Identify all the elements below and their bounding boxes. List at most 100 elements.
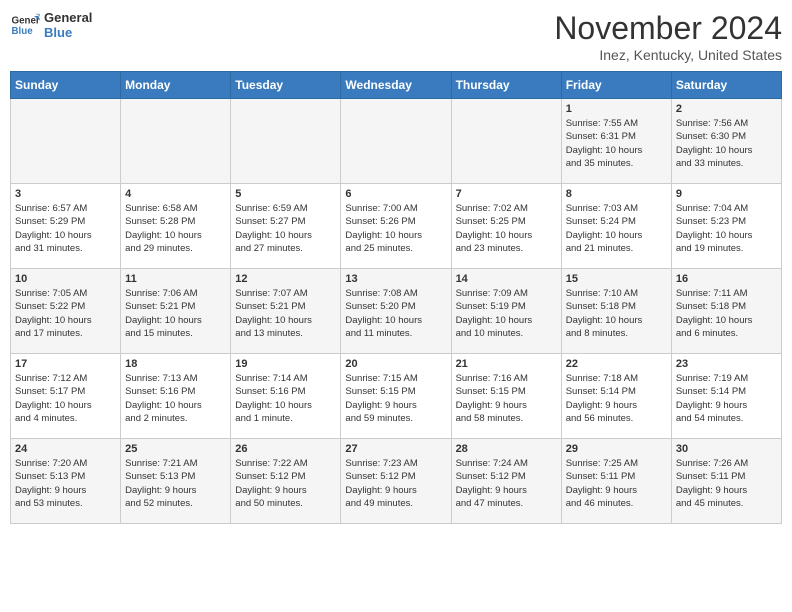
- col-header-monday: Monday: [121, 72, 231, 99]
- day-cell: [11, 99, 121, 184]
- logo: General Blue General Blue: [10, 10, 92, 40]
- day-info: Sunrise: 7:03 AM Sunset: 5:24 PM Dayligh…: [566, 202, 667, 255]
- header: General Blue General Blue November 2024 …: [10, 10, 782, 63]
- day-number: 6: [345, 188, 446, 200]
- day-number: 29: [566, 443, 667, 455]
- day-info: Sunrise: 7:08 AM Sunset: 5:20 PM Dayligh…: [345, 287, 446, 340]
- day-number: 16: [676, 273, 777, 285]
- day-number: 23: [676, 358, 777, 370]
- day-info: Sunrise: 7:22 AM Sunset: 5:12 PM Dayligh…: [235, 457, 336, 510]
- day-info: Sunrise: 7:18 AM Sunset: 5:14 PM Dayligh…: [566, 372, 667, 425]
- day-cell: 13 Sunrise: 7:08 AM Sunset: 5:20 PM Dayli…: [341, 269, 451, 354]
- day-cell: 11 Sunrise: 7:06 AM Sunset: 5:21 PM Dayli…: [121, 269, 231, 354]
- day-cell: 2Sunrise: 7:56 AM Sunset: 6:30 PM Daylig…: [671, 99, 781, 184]
- day-cell: 16 Sunrise: 7:11 AM Sunset: 5:18 PM Dayli…: [671, 269, 781, 354]
- logo-text-line1: General: [44, 10, 92, 25]
- day-number: 5: [235, 188, 336, 200]
- day-cell: 22 Sunrise: 7:18 AM Sunset: 5:14 PM Dayli…: [561, 354, 671, 439]
- day-info: Sunrise: 7:26 AM Sunset: 5:11 PM Dayligh…: [676, 457, 777, 510]
- week-row-1: 1 Sunrise: 7:55 AM Sunset: 6:31 PM Daylig…: [11, 99, 782, 184]
- col-header-sunday: Sunday: [11, 72, 121, 99]
- day-cell: 24Sunrise: 7:20 AM Sunset: 5:13 PM Dayli…: [11, 439, 121, 524]
- logo-icon: General Blue: [10, 10, 40, 40]
- day-cell: 26 Sunrise: 7:22 AM Sunset: 5:12 PM Dayli…: [231, 439, 341, 524]
- col-header-wednesday: Wednesday: [341, 72, 451, 99]
- day-cell: 8 Sunrise: 7:03 AM Sunset: 5:24 PM Daylig…: [561, 184, 671, 269]
- day-cell: 3 Sunrise: 6:57 AM Sunset: 5:29 PM Daylig…: [11, 184, 121, 269]
- day-info: Sunrise: 7:10 AM Sunset: 5:18 PM Dayligh…: [566, 287, 667, 340]
- day-cell: 27 Sunrise: 7:23 AM Sunset: 5:12 PM Dayli…: [341, 439, 451, 524]
- day-number: 19: [235, 358, 336, 370]
- day-cell: 7 Sunrise: 7:02 AM Sunset: 5:25 PM Daylig…: [451, 184, 561, 269]
- day-number: 17: [15, 358, 116, 370]
- day-cell: 21Sunrise: 7:16 AM Sunset: 5:15 PM Dayli…: [451, 354, 561, 439]
- week-row-2: 3 Sunrise: 6:57 AM Sunset: 5:29 PM Daylig…: [11, 184, 782, 269]
- day-number: 4: [125, 188, 226, 200]
- day-info: Sunrise: 7:23 AM Sunset: 5:12 PM Dayligh…: [345, 457, 446, 510]
- day-cell: 9 Sunrise: 7:04 AM Sunset: 5:23 PM Daylig…: [671, 184, 781, 269]
- day-info: Sunrise: 7:04 AM Sunset: 5:23 PM Dayligh…: [676, 202, 777, 255]
- calendar-table: SundayMondayTuesdayWednesdayThursdayFrid…: [10, 71, 782, 524]
- header-row: SundayMondayTuesdayWednesdayThursdayFrid…: [11, 72, 782, 99]
- day-info: Sunrise: 7:13 AM Sunset: 5:16 PM Dayligh…: [125, 372, 226, 425]
- day-number: 13: [345, 273, 446, 285]
- day-cell: [121, 99, 231, 184]
- day-number: 9: [676, 188, 777, 200]
- day-info: Sunrise: 7:21 AM Sunset: 5:13 PM Dayligh…: [125, 457, 226, 510]
- col-header-thursday: Thursday: [451, 72, 561, 99]
- day-number: 28: [456, 443, 557, 455]
- day-number: 12: [235, 273, 336, 285]
- day-number: 26: [235, 443, 336, 455]
- day-number: 30: [676, 443, 777, 455]
- day-number: 27: [345, 443, 446, 455]
- day-info: Sunrise: 7:12 AM Sunset: 5:17 PM Dayligh…: [15, 372, 116, 425]
- day-number: 22: [566, 358, 667, 370]
- day-info: Sunrise: 7:24 AM Sunset: 5:12 PM Dayligh…: [456, 457, 557, 510]
- day-cell: 10Sunrise: 7:05 AM Sunset: 5:22 PM Dayli…: [11, 269, 121, 354]
- day-info: Sunrise: 6:59 AM Sunset: 5:27 PM Dayligh…: [235, 202, 336, 255]
- day-number: 20: [345, 358, 446, 370]
- day-info: Sunrise: 7:06 AM Sunset: 5:21 PM Dayligh…: [125, 287, 226, 340]
- day-info: Sunrise: 7:55 AM Sunset: 6:31 PM Dayligh…: [566, 117, 667, 170]
- week-row-5: 24Sunrise: 7:20 AM Sunset: 5:13 PM Dayli…: [11, 439, 782, 524]
- col-header-friday: Friday: [561, 72, 671, 99]
- day-cell: 17 Sunrise: 7:12 AM Sunset: 5:17 PM Dayli…: [11, 354, 121, 439]
- day-cell: 5 Sunrise: 6:59 AM Sunset: 5:27 PM Daylig…: [231, 184, 341, 269]
- day-cell: [451, 99, 561, 184]
- day-number: 2: [676, 103, 777, 115]
- day-info: Sunrise: 7:02 AM Sunset: 5:25 PM Dayligh…: [456, 202, 557, 255]
- day-info: Sunrise: 7:09 AM Sunset: 5:19 PM Dayligh…: [456, 287, 557, 340]
- day-info: Sunrise: 7:11 AM Sunset: 5:18 PM Dayligh…: [676, 287, 777, 340]
- day-cell: 18 Sunrise: 7:13 AM Sunset: 5:16 PM Dayli…: [121, 354, 231, 439]
- day-number: 21: [456, 358, 557, 370]
- day-number: 8: [566, 188, 667, 200]
- day-number: 3: [15, 188, 116, 200]
- col-header-saturday: Saturday: [671, 72, 781, 99]
- day-info: Sunrise: 7:00 AM Sunset: 5:26 PM Dayligh…: [345, 202, 446, 255]
- day-number: 18: [125, 358, 226, 370]
- day-info: Sunrise: 6:57 AM Sunset: 5:29 PM Dayligh…: [15, 202, 116, 255]
- month-title: November 2024: [554, 10, 782, 47]
- day-number: 25: [125, 443, 226, 455]
- location-title: Inez, Kentucky, United States: [554, 47, 782, 63]
- day-cell: 15 Sunrise: 7:10 AM Sunset: 5:18 PM Dayli…: [561, 269, 671, 354]
- day-cell: 14 Sunrise: 7:09 AM Sunset: 5:19 PM Dayli…: [451, 269, 561, 354]
- day-info: Sunrise: 7:15 AM Sunset: 5:15 PM Dayligh…: [345, 372, 446, 425]
- day-cell: 19Sunrise: 7:14 AM Sunset: 5:16 PM Dayli…: [231, 354, 341, 439]
- logo-text-line2: Blue: [44, 25, 92, 40]
- title-area: November 2024 Inez, Kentucky, United Sta…: [554, 10, 782, 63]
- day-number: 1: [566, 103, 667, 115]
- day-cell: 6 Sunrise: 7:00 AM Sunset: 5:26 PM Daylig…: [341, 184, 451, 269]
- week-row-4: 17 Sunrise: 7:12 AM Sunset: 5:17 PM Dayli…: [11, 354, 782, 439]
- day-info: Sunrise: 7:05 AM Sunset: 5:22 PM Dayligh…: [15, 287, 116, 340]
- day-info: Sunrise: 7:25 AM Sunset: 5:11 PM Dayligh…: [566, 457, 667, 510]
- day-number: 15: [566, 273, 667, 285]
- day-cell: 29 Sunrise: 7:25 AM Sunset: 5:11 PM Dayli…: [561, 439, 671, 524]
- week-row-3: 10Sunrise: 7:05 AM Sunset: 5:22 PM Dayli…: [11, 269, 782, 354]
- day-cell: 4Sunrise: 6:58 AM Sunset: 5:28 PM Daylig…: [121, 184, 231, 269]
- day-number: 11: [125, 273, 226, 285]
- day-cell: 30 Sunrise: 7:26 AM Sunset: 5:11 PM Dayli…: [671, 439, 781, 524]
- day-cell: 25 Sunrise: 7:21 AM Sunset: 5:13 PM Dayli…: [121, 439, 231, 524]
- day-number: 14: [456, 273, 557, 285]
- day-number: 7: [456, 188, 557, 200]
